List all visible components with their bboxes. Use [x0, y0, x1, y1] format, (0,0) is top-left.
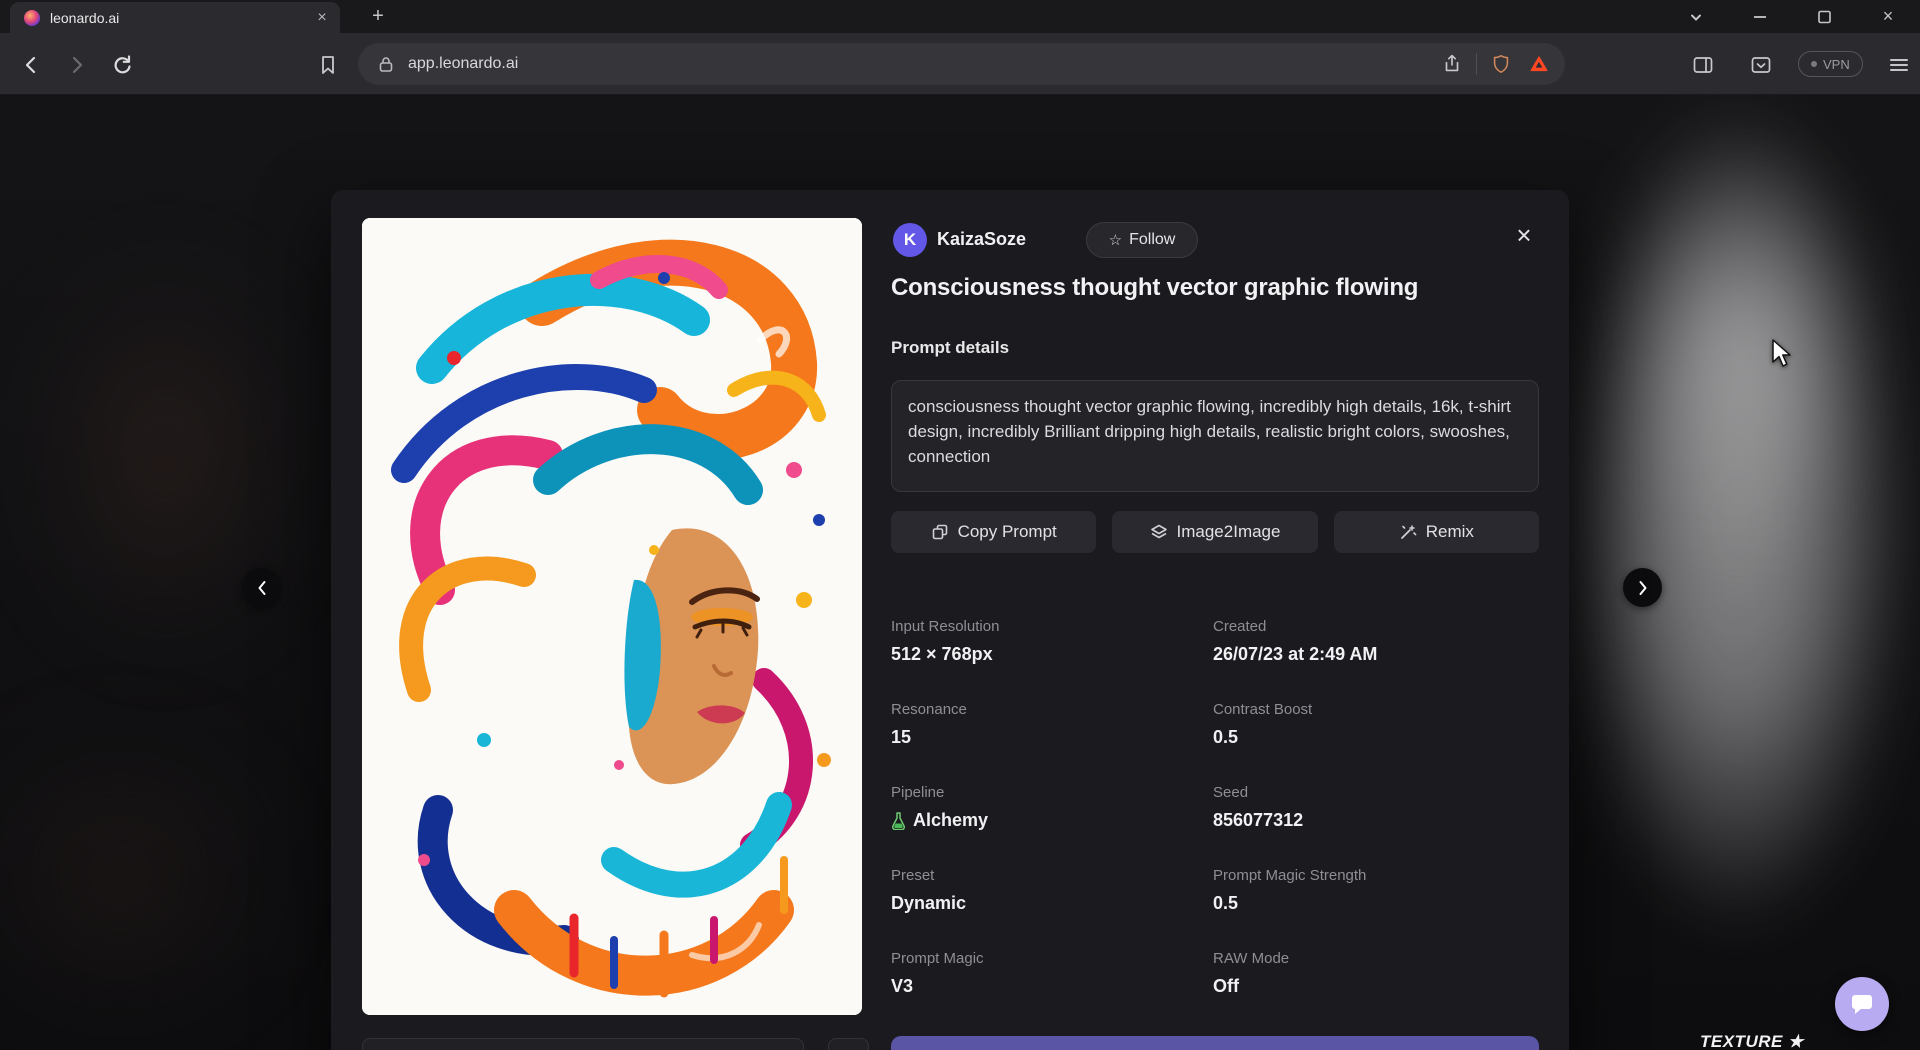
vpn-button[interactable]: VPN — [1798, 51, 1863, 77]
username: KaizaSoze — [937, 229, 1026, 250]
remix-button[interactable]: Remix — [1334, 511, 1539, 553]
thumbnail[interactable] — [828, 1038, 869, 1050]
menu-icon[interactable] — [1890, 56, 1908, 74]
tab-title: leonardo.ai — [50, 10, 302, 26]
remix-wand-icon — [1399, 523, 1417, 541]
detail-seed: Seed856077312 — [1213, 784, 1541, 831]
tab-close-icon[interactable]: × — [312, 8, 332, 28]
sidebar-icon[interactable] — [1690, 52, 1716, 78]
url-bar[interactable]: app.leonardo.ai — [358, 43, 1565, 85]
page-background: TEXTURE ★ — [0, 95, 1920, 1050]
lock-icon — [374, 52, 398, 76]
previous-image-button[interactable] — [242, 568, 281, 607]
artwork-illustration — [362, 218, 862, 1015]
star-icon: ☆ — [1109, 231, 1122, 249]
leonardo-favicon-icon — [24, 10, 40, 26]
back-button[interactable] — [18, 52, 44, 78]
window-maximize-button[interactable] — [1792, 0, 1856, 33]
share-icon[interactable] — [1440, 52, 1464, 76]
detail-created: Created26/07/23 at 2:49 AM — [1213, 618, 1541, 665]
prompt-text: consciousness thought vector graphic flo… — [891, 380, 1539, 492]
image-title: Consciousness thought vector graphic flo… — [891, 274, 1551, 302]
details-grid: Input Resolution512 × 768px Created26/07… — [891, 618, 1541, 997]
browser-tab[interactable]: leonardo.ai × — [10, 2, 340, 33]
detail-resonance: Resonance15 — [891, 701, 1213, 748]
copy-prompt-button[interactable]: Copy Prompt — [891, 511, 1096, 553]
new-tab-button[interactable]: + — [364, 4, 392, 30]
toolbar-divider — [1476, 53, 1477, 75]
backdrop-blur-light — [1565, 95, 1910, 935]
vpn-label: VPN — [1823, 57, 1850, 72]
detail-input-resolution: Input Resolution512 × 768px — [891, 618, 1213, 665]
detail-preset: PresetDynamic — [891, 867, 1213, 914]
bookmark-icon[interactable] — [315, 52, 341, 78]
window-close-button[interactable]: × — [1856, 0, 1920, 33]
chat-bubble-icon — [1849, 991, 1875, 1017]
next-image-button[interactable] — [1623, 568, 1662, 607]
brave-shield-icon[interactable] — [1489, 52, 1513, 76]
vpn-status-dot — [1811, 61, 1817, 67]
tab-search-chevron-icon[interactable] — [1664, 0, 1728, 33]
backdrop-blur-warm-low — [0, 735, 270, 1015]
generate-with-model-button[interactable]: Generate with this model — [891, 1036, 1539, 1050]
reload-button[interactable] — [109, 52, 135, 78]
tab-strip: leonardo.ai × + × — [0, 0, 1920, 33]
forward-button[interactable] — [64, 52, 90, 78]
image-detail-modal: K KaizaSoze ☆ Follow × Consciousness tho… — [331, 190, 1569, 1050]
avatar[interactable]: K — [893, 223, 927, 257]
detail-pipeline: Pipeline Alchemy — [891, 784, 1213, 831]
layers-icon — [1150, 523, 1168, 541]
mouse-cursor — [1770, 338, 1792, 368]
follow-button[interactable]: ☆ Follow — [1086, 222, 1198, 258]
browser-toolbar: app.leonardo.ai VPN — [0, 33, 1920, 95]
detail-contrast-boost: Contrast Boost0.5 — [1213, 701, 1541, 748]
copy-icon — [931, 523, 949, 541]
follow-label: Follow — [1129, 231, 1175, 249]
thumbnail-strip[interactable] — [362, 1038, 804, 1050]
close-button[interactable]: × — [1507, 218, 1541, 252]
url-text: app.leonardo.ai — [408, 55, 1440, 73]
detail-prompt-magic-strength: Prompt Magic Strength0.5 — [1213, 867, 1541, 914]
generated-image[interactable] — [362, 218, 862, 1015]
image2image-button[interactable]: Image2Image — [1112, 511, 1317, 553]
brave-rewards-icon[interactable] — [1527, 52, 1551, 76]
prompt-details-heading: Prompt details — [891, 338, 1009, 358]
window-minimize-button[interactable] — [1728, 0, 1792, 33]
detail-raw-mode: RAW ModeOff — [1213, 950, 1541, 997]
backdrop-blur-highlight — [1630, 155, 1860, 555]
background-promo-text: TEXTURE ★ — [1700, 1032, 1804, 1050]
alchemy-flask-icon — [891, 811, 906, 830]
chat-launcher-button[interactable] — [1835, 977, 1889, 1031]
detail-prompt-magic: Prompt MagicV3 — [891, 950, 1213, 997]
action-buttons: Copy Prompt Image2Image Remix — [891, 511, 1539, 553]
panel-toggle-icon[interactable] — [1748, 52, 1774, 78]
